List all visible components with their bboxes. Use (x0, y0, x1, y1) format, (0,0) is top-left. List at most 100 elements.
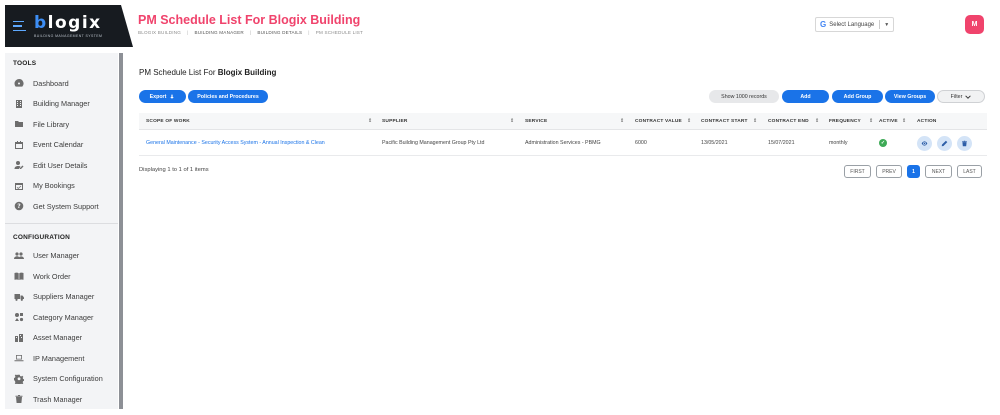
sort-icon[interactable]: ⇕ (510, 118, 514, 124)
cell-scope-link[interactable]: General Maintenance - Security Access Sy… (146, 131, 325, 155)
sidebar-item-label: Asset Manager (33, 333, 83, 343)
first-page-button[interactable]: FIRST (844, 165, 871, 178)
user-avatar[interactable]: M (965, 15, 984, 34)
column-header-action: ACTION (917, 119, 937, 124)
sidebar-item-event-calendar[interactable]: Event Calendar (5, 135, 118, 156)
breadcrumb-item[interactable]: BUILDING DETAILS (257, 30, 302, 35)
sort-icon[interactable]: ⇕ (687, 118, 691, 124)
column-header-contract-end[interactable]: CONTRACT END (768, 113, 809, 130)
add-group-button[interactable]: Add Group (832, 90, 883, 103)
sidebar-scrollbar[interactable] (119, 53, 123, 409)
sidebar-item-user-manager[interactable]: User Manager (5, 246, 118, 267)
column-header-scope[interactable]: SCOPE OF WORK (146, 113, 190, 130)
table-header: SCOPE OF WORK ⇕ SUPPLIER ⇕ SERVICE ⇕ CON… (139, 113, 987, 130)
shapes-icon (13, 312, 25, 322)
users-icon (13, 251, 25, 261)
chevron-down-icon (965, 94, 972, 99)
sidebar-item-label: Work Order (33, 271, 71, 281)
folder-icon (13, 119, 25, 129)
sidebar-item-trash-manager[interactable]: Trash Manager (5, 389, 118, 410)
hamburger-menu-icon[interactable] (13, 20, 26, 32)
sidebar-item-system-configuration[interactable]: System Configuration (5, 369, 118, 390)
page-title: PM Schedule List For Blogix Building (138, 13, 361, 27)
sidebar: TOOLS Dashboard Building Manager File Libr… (5, 53, 118, 409)
sort-icon[interactable]: ⇕ (753, 118, 757, 124)
export-button[interactable]: Export (139, 90, 186, 103)
sidebar-item-label: IP Management (33, 353, 85, 363)
sidebar-item-edit-user-details[interactable]: Edit User Details (5, 155, 118, 176)
column-header-supplier[interactable]: SUPPLIER (382, 113, 408, 130)
sidebar-item-label: Suppliers Manager (33, 292, 95, 302)
logo-subtitle: BUILDING MANAGEMENT SYSTEM (34, 33, 103, 38)
user-edit-icon (13, 160, 25, 170)
sidebar-item-dashboard[interactable]: Dashboard (5, 73, 118, 94)
next-page-button[interactable]: NEXT (925, 165, 952, 178)
google-icon: G (820, 20, 827, 29)
last-page-button[interactable]: LAST (957, 165, 982, 178)
edit-button[interactable] (937, 136, 952, 151)
cell-contract-value: 6000 (635, 140, 647, 146)
check-circle-icon: ✓ (879, 139, 887, 147)
sidebar-item-label: Dashboard (33, 78, 69, 88)
sidebar-item-label: Trash Manager (33, 394, 83, 404)
view-groups-button[interactable]: View Groups (885, 90, 935, 103)
sidebar-item-work-order[interactable]: Work Order (5, 266, 118, 287)
download-arrow-icon (170, 94, 175, 99)
sidebar-item-asset-manager[interactable]: Asset Manager (5, 328, 118, 349)
sidebar-item-ip-management[interactable]: IP Management (5, 348, 118, 369)
column-header-frequency[interactable]: FREQUENCY (829, 113, 861, 130)
trash-icon (962, 140, 967, 147)
table-row: General Maintenance - Security Access Sy… (139, 131, 987, 156)
view-button[interactable] (917, 136, 932, 151)
column-header-active[interactable]: ACTIVE (879, 113, 898, 130)
sort-icon[interactable]: ⇕ (815, 118, 819, 124)
sidebar-item-my-bookings[interactable]: My Bookings (5, 176, 118, 197)
sidebar-item-category-manager[interactable]: Category Manager (5, 307, 118, 328)
breadcrumb-item[interactable]: BUILDING MANAGER (195, 30, 244, 35)
cell-contract-start: 13/05/2021 (701, 140, 728, 146)
laptop-icon (13, 353, 25, 363)
sidebar-item-file-library[interactable]: File Library (5, 114, 118, 135)
page-1-button[interactable]: 1 (907, 165, 920, 178)
sidebar-item-building-manager[interactable]: Building Manager (5, 94, 118, 115)
breadcrumb-item[interactable]: BLOGIX BUILDING (138, 30, 181, 35)
logo-area: blogix BUILDING MANAGEMENT SYSTEM (5, 5, 133, 47)
sidebar-item-get-system-support[interactable]: ? Get System Support (5, 196, 118, 217)
add-button[interactable]: Add (782, 90, 829, 103)
logo[interactable]: blogix BUILDING MANAGEMENT SYSTEM (34, 14, 103, 38)
building-icon (13, 99, 25, 109)
dashboard-icon (13, 78, 25, 88)
trash-icon (13, 394, 25, 404)
pencil-icon (941, 140, 948, 147)
policies-button[interactable]: Policies and Procedures (188, 90, 268, 103)
column-header-service[interactable]: SERVICE (525, 113, 547, 130)
column-header-contract-start[interactable]: CONTRACT START (701, 113, 748, 130)
sidebar-section-tools: TOOLS (13, 60, 37, 67)
sidebar-item-label: Building Manager (33, 99, 90, 109)
cog-icon (13, 374, 25, 384)
cell-service: Administration Services - PBMG (525, 140, 601, 146)
cell-frequency: monthly (829, 140, 848, 146)
sidebar-item-label: Edit User Details (33, 160, 88, 170)
breadcrumb: BLOGIX BUILDING | BUILDING MANAGER | BUI… (138, 30, 364, 35)
breadcrumb-item: PM SCHEDULE LIST (315, 30, 364, 35)
language-select[interactable]: G Select Language ▼ (815, 17, 894, 32)
sidebar-item-label: Get System Support (33, 201, 99, 211)
cell-supplier: Pacific Building Management Group Pty Lt… (382, 140, 485, 146)
delete-button[interactable] (957, 136, 972, 151)
sort-icon[interactable]: ⇕ (902, 118, 906, 124)
sidebar-item-label: Event Calendar (33, 140, 84, 150)
language-select-label: Select Language (829, 21, 875, 28)
show-records-select[interactable]: Show 1000 records (709, 90, 779, 103)
sidebar-item-suppliers-manager[interactable]: Suppliers Manager (5, 287, 118, 308)
sort-icon[interactable]: ⇕ (869, 118, 873, 124)
assets-icon (13, 333, 25, 343)
sidebar-item-label: User Manager (33, 251, 80, 261)
filter-button[interactable]: Filter (937, 90, 985, 103)
cell-active: ✓ (879, 131, 887, 155)
sort-icon[interactable]: ⇕ (368, 118, 372, 124)
sort-icon[interactable]: ⇕ (620, 118, 624, 124)
prev-page-button[interactable]: PREV (876, 165, 902, 178)
sidebar-item-label: File Library (33, 119, 70, 129)
column-header-contract-value[interactable]: CONTRACT VALUE (635, 113, 682, 130)
